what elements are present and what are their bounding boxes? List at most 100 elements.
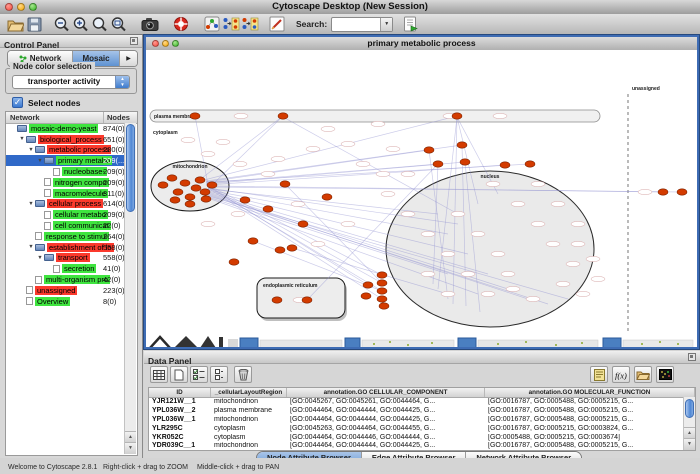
- network-node[interactable]: [457, 142, 467, 148]
- expand-arrow-icon[interactable]: ▼: [27, 147, 35, 153]
- network-node[interactable]: [173, 189, 183, 195]
- network-node[interactable]: [361, 293, 371, 299]
- node-color-dropdown[interactable]: transporter activity ▲▼: [12, 75, 130, 89]
- import-attributes-icon[interactable]: [634, 366, 652, 383]
- network-tree-row[interactable]: nitrogen compo209(0): [6, 177, 126, 188]
- annotation-icon[interactable]: [267, 15, 286, 33]
- show-table-icon[interactable]: [150, 366, 168, 383]
- network-node[interactable]: [170, 197, 180, 203]
- network-node[interactable]: [500, 162, 510, 168]
- network-node[interactable]: [263, 206, 273, 212]
- save-session-icon[interactable]: [25, 15, 44, 33]
- expand-arrow-icon[interactable]: ▼: [18, 136, 26, 142]
- network-node[interactable]: [377, 288, 387, 294]
- table-row[interactable]: YJR121W__1mitochondrion[GO:0045267, GO:0…: [149, 397, 684, 406]
- network-node[interactable]: [190, 113, 200, 119]
- network-node[interactable]: [280, 181, 290, 187]
- vizmapper-icon[interactable]: [202, 15, 221, 33]
- zoom-out-icon[interactable]: [52, 15, 71, 33]
- network-node[interactable]: [275, 247, 285, 253]
- table-row[interactable]: YPL036W__2plasma membrane[GO:0044464, GO…: [149, 406, 684, 415]
- float-data-panel-icon[interactable]: [688, 353, 696, 361]
- table-row[interactable]: YLR295Ccytoplasm[GO:0045263, GO:0044464,…: [149, 424, 684, 433]
- zoom-selected-region-icon[interactable]: [109, 15, 128, 33]
- table-row[interactable]: YDR039C__1mitochondrion[GO:0044464, GO:0…: [149, 441, 684, 450]
- tree-scrollbar[interactable]: ▲ ▼: [124, 123, 136, 454]
- network-tree-row[interactable]: ▼cellular process614(0): [6, 199, 126, 210]
- network-node[interactable]: [195, 177, 205, 183]
- os-titlebar[interactable]: Cytoscape Desktop (New Session): [0, 0, 700, 15]
- table-scroll-down-icon[interactable]: ▼: [684, 438, 695, 450]
- network-node[interactable]: [240, 197, 250, 203]
- network-node[interactable]: [424, 147, 434, 153]
- network-view-titlebar[interactable]: primary metabolic process: [146, 37, 697, 51]
- table-scrollbar[interactable]: ▲ ▼: [683, 397, 695, 450]
- layout-from-icon[interactable]: [221, 15, 240, 33]
- network-node[interactable]: [200, 189, 210, 195]
- network-tree-row[interactable]: ▼transport558(0): [6, 253, 126, 264]
- network-tree-row[interactable]: cell communicat22(0): [6, 220, 126, 231]
- expand-arrow-icon[interactable]: ▼: [27, 244, 35, 250]
- network-tree-row[interactable]: ▼primary metabo209(...: [6, 155, 126, 166]
- float-panel-icon[interactable]: [130, 37, 138, 45]
- network-node[interactable]: [677, 189, 687, 195]
- network-node[interactable]: [167, 175, 177, 181]
- col-header-component[interactable]: annotation.GO CELLULAR_COMPONENT: [287, 388, 485, 397]
- open-session-icon[interactable]: [6, 15, 25, 33]
- network-node[interactable]: [248, 238, 258, 244]
- network-node[interactable]: [377, 296, 387, 302]
- network-node[interactable]: [460, 159, 470, 165]
- table-row[interactable]: YPL036W__1mitochondrion[GO:0044464, GO:0…: [149, 415, 684, 424]
- matrix-icon[interactable]: [656, 366, 674, 383]
- col-header-id[interactable]: ID: [149, 388, 211, 397]
- network-node[interactable]: [278, 113, 288, 119]
- search-go-icon[interactable]: [401, 15, 420, 33]
- function-builder-icon[interactable]: f(x): [612, 366, 630, 383]
- expand-arrow-icon[interactable]: ▼: [36, 255, 44, 261]
- network-node[interactable]: [272, 297, 282, 303]
- network-node[interactable]: [191, 185, 201, 191]
- network-tree-row[interactable]: unassigned223(0): [6, 285, 126, 296]
- expand-arrow-icon[interactable]: ▼: [36, 158, 44, 164]
- notes-icon[interactable]: [590, 366, 608, 383]
- network-node[interactable]: [377, 272, 387, 278]
- snapshot-icon[interactable]: [140, 15, 159, 33]
- network-tree-row[interactable]: secretion41(0): [6, 263, 126, 274]
- network-node[interactable]: [229, 259, 239, 265]
- network-tree-row[interactable]: macromolecule311(0): [6, 188, 126, 199]
- table-scrollbar-thumb[interactable]: [685, 399, 694, 418]
- network-node[interactable]: [158, 182, 168, 188]
- network-tree-row[interactable]: ▼metabolic process280(0): [6, 145, 126, 156]
- network-node[interactable]: [433, 161, 443, 167]
- network-node[interactable]: [185, 201, 195, 207]
- new-attribute-icon[interactable]: [170, 366, 188, 383]
- network-node[interactable]: [452, 113, 462, 119]
- col-header-region[interactable]: _cellularLayoutRegion: [211, 388, 287, 397]
- tab-overflow-arrow-icon[interactable]: ▶: [120, 51, 137, 66]
- network-tree-row[interactable]: cellular metabo209(0): [6, 209, 126, 220]
- network-node[interactable]: [201, 196, 211, 202]
- network-node[interactable]: [298, 221, 308, 227]
- network-tree-row[interactable]: multi-organism pro42(0): [6, 274, 126, 285]
- help-lifebuoy-icon[interactable]: [171, 15, 190, 33]
- scroll-down-icon[interactable]: ▼: [125, 442, 136, 454]
- network-tree-row[interactable]: response to stimul264(0): [6, 231, 126, 242]
- zoom-fit-icon[interactable]: [90, 15, 109, 33]
- select-nodes-checkbox[interactable]: ✓: [12, 97, 23, 108]
- attribute-list-icon[interactable]: [210, 366, 228, 383]
- zoom-in-icon[interactable]: [71, 15, 90, 33]
- network-view-window[interactable]: primary metabolic process plasma membran…: [144, 35, 699, 349]
- network-tree-row[interactable]: ▼establishment of lo558(0): [6, 242, 126, 253]
- network-node[interactable]: [379, 303, 389, 309]
- network-node[interactable]: [207, 182, 217, 188]
- network-node[interactable]: [287, 245, 297, 251]
- network-canvas[interactable]: plasma membrane cytoplasm mitochondrion …: [146, 50, 697, 347]
- network-node[interactable]: [363, 282, 373, 288]
- network-node[interactable]: [302, 297, 312, 303]
- network-tree-row[interactable]: Overview8(0): [6, 296, 126, 307]
- tree-scrollbar-thumb[interactable]: [126, 124, 135, 212]
- delete-attribute-icon[interactable]: [234, 366, 252, 383]
- network-tree-row[interactable]: mosaic-demo-yeast874(0): [6, 123, 126, 134]
- search-input[interactable]: ▼: [331, 17, 393, 32]
- layout-to-icon[interactable]: [240, 15, 259, 33]
